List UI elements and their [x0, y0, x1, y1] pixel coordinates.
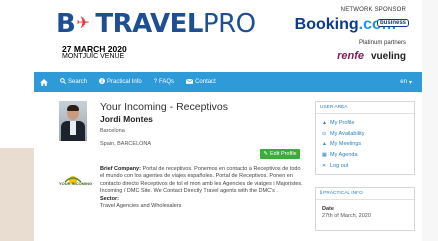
clock-icon: ⊙ [322, 130, 327, 137]
partners-label: Platinum partners [358, 40, 406, 46]
users-icon: ▲ [322, 141, 327, 148]
person-city: Barcelona [100, 128, 125, 134]
info-icon [99, 78, 106, 86]
background-decoration [0, 148, 34, 241]
close-icon: ✕ [322, 162, 327, 169]
booking-name: Booking [294, 16, 359, 33]
log-out-label: Log out [330, 162, 349, 169]
language-dropdown[interactable]: en ▾ [394, 72, 422, 92]
practical-info-title: ℹ PRACTICAL INFO [316, 188, 414, 200]
nav-search[interactable]: Search [54, 72, 93, 92]
my-agenda-label: My Agenda [330, 152, 358, 159]
renfe-logo[interactable]: renfe [337, 50, 364, 62]
user-area-title: USER AREA [316, 102, 414, 114]
brief-label: Brief Company: [100, 166, 141, 172]
page-background-right [422, 0, 438, 241]
nav-practical-info-label: Practical Info [107, 79, 142, 85]
sidebar-link-my-meetings[interactable]: ▲ My Meetings [322, 139, 410, 150]
btravelpro-logo[interactable]: B✈ TRAVELPRO [56, 6, 256, 40]
my-availability-label: My Availability [330, 130, 365, 137]
company-logo: YOUR INCOMING [59, 172, 92, 188]
nav-contact[interactable]: Contact [180, 72, 222, 92]
logo-pro: PRO [202, 9, 256, 39]
envelope-icon [185, 78, 194, 86]
main-navbar: Search Practical Info ? FAQs Contact en ▾ [34, 72, 422, 92]
vueling-logo[interactable]: vueling [371, 51, 406, 62]
edit-icon: ✎ [263, 151, 268, 157]
home-icon [40, 78, 48, 86]
nav-home[interactable] [34, 72, 54, 92]
user-area-panel: USER AREA ▲ My Profile ⊙ My Availability ▲… [315, 101, 415, 175]
nav-faqs[interactable]: ? FAQs [148, 72, 180, 92]
language-value: en [400, 79, 407, 85]
page-background-left [0, 0, 34, 241]
user-icon: ▲ [322, 120, 327, 127]
company-logo-text: YOUR INCOMING [59, 181, 93, 186]
nav-faqs-label: FAQs [159, 79, 175, 85]
person-name: Jordi Montes [100, 114, 153, 124]
nav-practical-info[interactable]: Practical Info [93, 72, 148, 92]
person-country: Spain, BARCELONA [100, 141, 152, 147]
site-header: B✈ TRAVELPRO 27 MARCH 2020 MONTJUÏC VENUE… [34, 0, 422, 72]
sidebar-link-my-agenda[interactable]: ▦ My Agenda [322, 150, 410, 161]
sidebar-link-my-availability[interactable]: ⊙ My Availability [322, 129, 410, 140]
calendar-icon: ▦ [322, 152, 327, 159]
sector-value: Travel Agencies and Wholesalers [100, 203, 182, 210]
company-description: Brief Company: Portal de receptivos. Pon… [100, 166, 305, 210]
question-icon: ? [153, 79, 158, 85]
info-small-icon: ℹ [320, 190, 322, 196]
sidebar-link-log-out[interactable]: ✕ Log out [322, 160, 410, 171]
profile-photo [59, 101, 87, 141]
nav-contact-label: Contact [195, 79, 216, 85]
business-badge: business [376, 19, 409, 27]
practical-info-title-text: PRACTICAL INFO [323, 190, 363, 196]
date-label: Date [322, 205, 334, 212]
edit-profile-label: Edit Profile [270, 151, 297, 157]
date-value: 27th of March, 2020 [322, 212, 371, 219]
event-venue: MONTJUÏC VENUE [62, 53, 125, 60]
main-content: Your Incoming - Receptivos Jordi Montes … [34, 92, 422, 241]
logo-letter-b: B [56, 9, 76, 39]
practical-info-panel: ℹ PRACTICAL INFO Date 27th of March, 202… [315, 186, 415, 231]
edit-profile-button[interactable]: ✎ Edit Profile [260, 149, 300, 159]
company-title: Your Incoming - Receptivos [100, 101, 229, 113]
caret-down-icon: ▾ [408, 79, 412, 86]
nav-search-label: Search [68, 79, 88, 85]
sponsor-label: NETWORK SPONSOR [340, 7, 406, 13]
my-profile-label: My Profile [330, 120, 355, 127]
sidebar: USER AREA ▲ My Profile ⊙ My Availability ▲… [315, 101, 415, 231]
plane-icon: ✈ [76, 13, 90, 32]
my-meetings-label: My Meetings [330, 141, 362, 148]
logo-travel: TRAVEL [95, 9, 203, 39]
sidebar-link-my-profile[interactable]: ▲ My Profile [322, 118, 410, 129]
search-icon [60, 78, 67, 86]
sector-label: Sector: [100, 195, 119, 202]
